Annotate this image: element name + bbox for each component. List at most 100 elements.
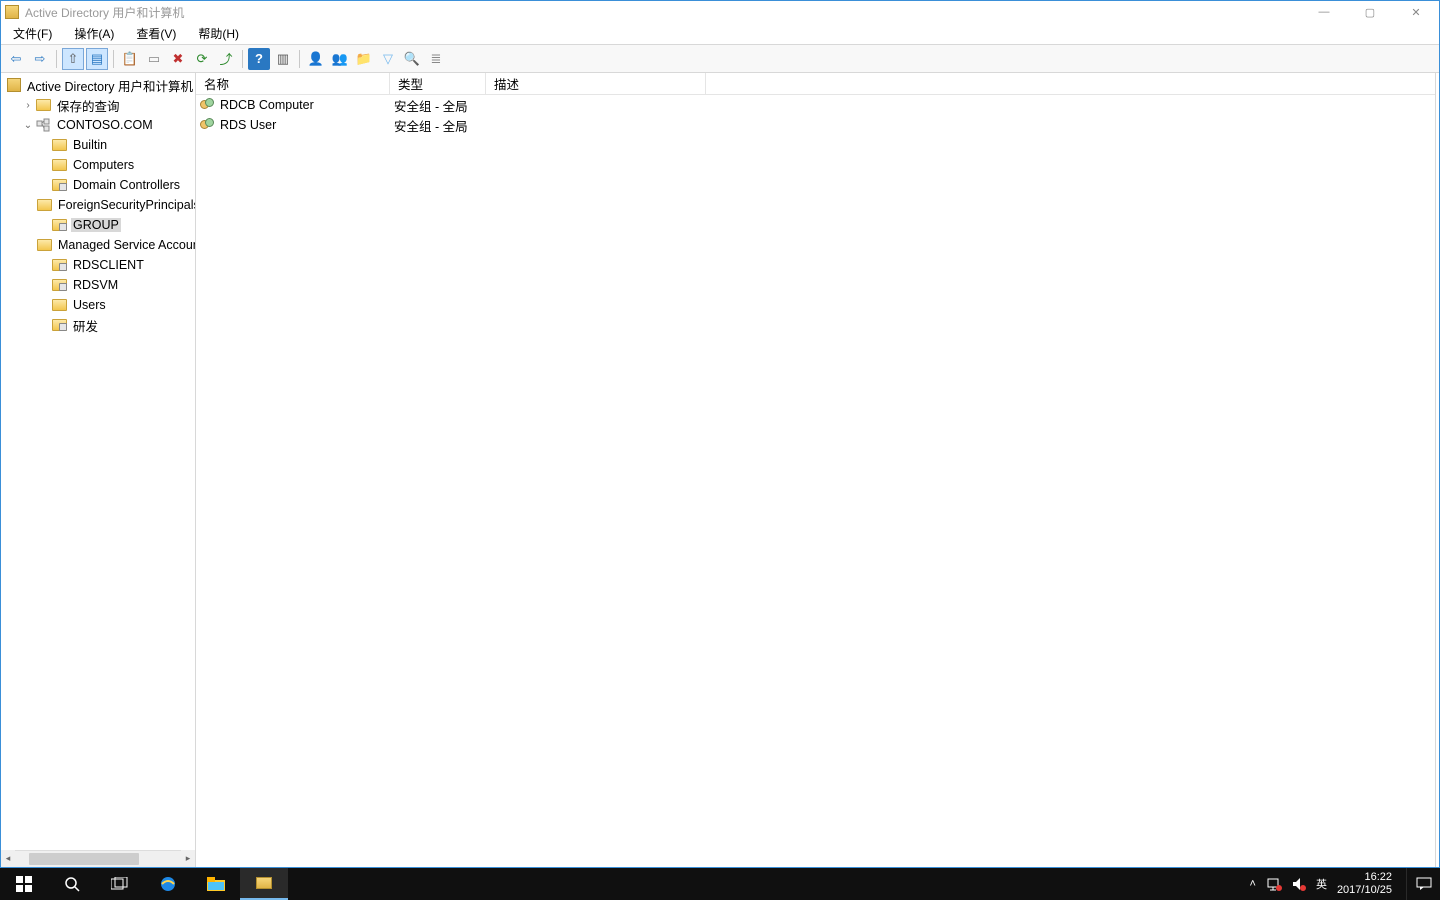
ou-icon xyxy=(51,177,67,193)
taskbar[interactable]: ˄ 英 16:22 2017/10/25 xyxy=(0,868,1440,900)
minimize-button[interactable]: — xyxy=(1301,1,1347,23)
tree-saved-queries[interactable]: › 保存的查询 xyxy=(1,95,195,115)
tree-label: Managed Service Accounts xyxy=(56,238,195,252)
tree-hscrollbar[interactable]: ◂ ▸ xyxy=(1,850,195,867)
titlebar[interactable]: Active Directory 用户和计算机 — ▢ ✕ xyxy=(1,1,1439,23)
window-title: Active Directory 用户和计算机 xyxy=(25,4,1301,21)
cut-icon[interactable]: 📋 xyxy=(119,48,141,70)
tree-label: 研发 xyxy=(71,316,100,335)
taskbar-search-icon[interactable] xyxy=(48,868,96,900)
volume-icon[interactable] xyxy=(1292,877,1306,891)
windows-logo-icon xyxy=(16,876,32,892)
folder-icon xyxy=(51,157,67,173)
group-icon xyxy=(200,98,216,112)
tree-label: Domain Controllers xyxy=(71,178,182,192)
tree-label: Users xyxy=(71,298,108,312)
ou-icon xyxy=(51,217,67,233)
up-icon[interactable]: ⇧ xyxy=(62,48,84,70)
forward-icon[interactable]: ⇨ xyxy=(29,48,51,70)
properties-icon[interactable]: ▭ xyxy=(143,48,165,70)
tree-root[interactable]: Active Directory 用户和计算机 xyxy=(1,75,195,95)
scrollbar-track[interactable] xyxy=(15,850,181,867)
taskbar-aduc-button[interactable] xyxy=(240,868,288,900)
tree-node-9[interactable]: 研发 xyxy=(1,315,195,335)
system-tray[interactable]: ˄ 英 16:22 2017/10/25 xyxy=(1250,871,1407,896)
start-button[interactable] xyxy=(0,868,48,900)
show-hide-icon[interactable]: ▤ xyxy=(86,48,108,70)
tree-node-5[interactable]: Managed Service Accounts xyxy=(1,235,195,255)
col-type[interactable]: 类型 xyxy=(390,73,486,94)
ime-indicator[interactable]: 英 xyxy=(1316,876,1327,892)
tree-node-1[interactable]: Computers xyxy=(1,155,195,175)
close-button[interactable]: ✕ xyxy=(1393,1,1439,23)
folder-icon xyxy=(37,197,52,213)
tree[interactable]: Active Directory 用户和计算机 › 保存的查询⌄CONTOSO.CO… xyxy=(1,73,195,850)
search-icon xyxy=(64,876,80,892)
menu-help[interactable]: 帮助(H) xyxy=(194,23,243,44)
filter-icon[interactable]: ▽ xyxy=(377,48,399,70)
tree-domain[interactable]: ⌄CONTOSO.COM xyxy=(1,115,195,135)
add-criteria-icon[interactable]: ≣ xyxy=(425,48,447,70)
scroll-left-icon[interactable]: ◂ xyxy=(1,850,15,867)
toolbar-separator xyxy=(56,50,57,68)
col-name[interactable]: 名称 xyxy=(196,73,390,94)
taskbar-ie-button[interactable] xyxy=(144,868,192,900)
menubar: 文件(F) 操作(A) 查看(V) 帮助(H) xyxy=(1,23,1439,45)
menu-file[interactable]: 文件(F) xyxy=(9,23,56,44)
tree-node-7[interactable]: RDSVM xyxy=(1,275,195,295)
scrollbar-thumb[interactable] xyxy=(29,853,139,865)
list-body[interactable]: RDCB Computer安全组 - 全局RDS User安全组 - 全局 xyxy=(196,95,1435,867)
network-icon[interactable] xyxy=(1266,877,1282,891)
list-cell-type: 安全组 - 全局 xyxy=(390,96,486,115)
tree-node-4[interactable]: GROUP xyxy=(1,215,195,235)
tree-label: ForeignSecurityPrincipals xyxy=(56,198,195,212)
menu-action[interactable]: 操作(A) xyxy=(70,23,118,44)
list-item[interactable]: RDCB Computer安全组 - 全局 xyxy=(196,95,1435,115)
back-icon[interactable]: ⇦ xyxy=(5,48,27,70)
folder-icon xyxy=(51,297,67,313)
tree-expander-icon[interactable]: ⌄ xyxy=(21,120,35,131)
tray-chevron-up-icon[interactable]: ˄ xyxy=(1250,878,1256,890)
delete-icon[interactable]: ✖ xyxy=(167,48,189,70)
maximize-button[interactable]: ▢ xyxy=(1347,1,1393,23)
tree-icon[interactable]: ▥ xyxy=(272,48,294,70)
user-icon[interactable]: 👤 xyxy=(305,48,327,70)
toolbar-separator xyxy=(113,50,114,68)
tree-node-0[interactable]: Builtin xyxy=(1,135,195,155)
export-icon[interactable]: ⤴ xyxy=(215,48,237,70)
tree-node-3[interactable]: ForeignSecurityPrincipals xyxy=(1,195,195,215)
taskbar-clock[interactable]: 16:22 2017/10/25 xyxy=(1337,871,1396,896)
tree-expander-icon[interactable]: › xyxy=(21,100,35,111)
tree-node-8[interactable]: Users xyxy=(1,295,195,315)
refresh-icon[interactable]: ⟳ xyxy=(191,48,213,70)
task-view-button[interactable] xyxy=(96,868,144,900)
ou-icon[interactable]: 📁 xyxy=(353,48,375,70)
folder-icon xyxy=(35,97,51,113)
scroll-right-icon[interactable]: ▸ xyxy=(181,850,195,867)
app-icon xyxy=(5,5,19,19)
list-item[interactable]: RDS User安全组 - 全局 xyxy=(196,115,1435,135)
notification-icon xyxy=(1416,877,1432,891)
group-icon[interactable]: 👥 xyxy=(329,48,351,70)
tree-node-6[interactable]: RDSCLIENT xyxy=(1,255,195,275)
menu-view[interactable]: 查看(V) xyxy=(132,23,180,44)
ou-icon xyxy=(51,277,67,293)
tree-node-2[interactable]: Domain Controllers xyxy=(1,175,195,195)
action-center-button[interactable] xyxy=(1406,868,1440,900)
find-icon[interactable]: 🔍 xyxy=(401,48,423,70)
right-border xyxy=(1435,73,1439,867)
toolbar-separator xyxy=(299,50,300,68)
taskbar-explorer-button[interactable] xyxy=(192,868,240,900)
clock-time: 16:22 xyxy=(1337,871,1392,884)
tree-label: 保存的查询 xyxy=(55,96,122,115)
col-desc[interactable]: 描述 xyxy=(486,73,706,94)
task-view-icon xyxy=(111,877,129,891)
tree-label: Active Directory 用户和计算机 xyxy=(25,76,195,95)
help-icon[interactable]: ? xyxy=(248,48,270,70)
domain-icon xyxy=(35,117,51,133)
app-icon xyxy=(7,77,21,93)
toolbar-separator xyxy=(242,50,243,68)
list-cell-name: RDS User xyxy=(220,118,276,132)
group-icon xyxy=(200,118,216,132)
list-header[interactable]: 名称 类型 描述 xyxy=(196,73,1435,95)
